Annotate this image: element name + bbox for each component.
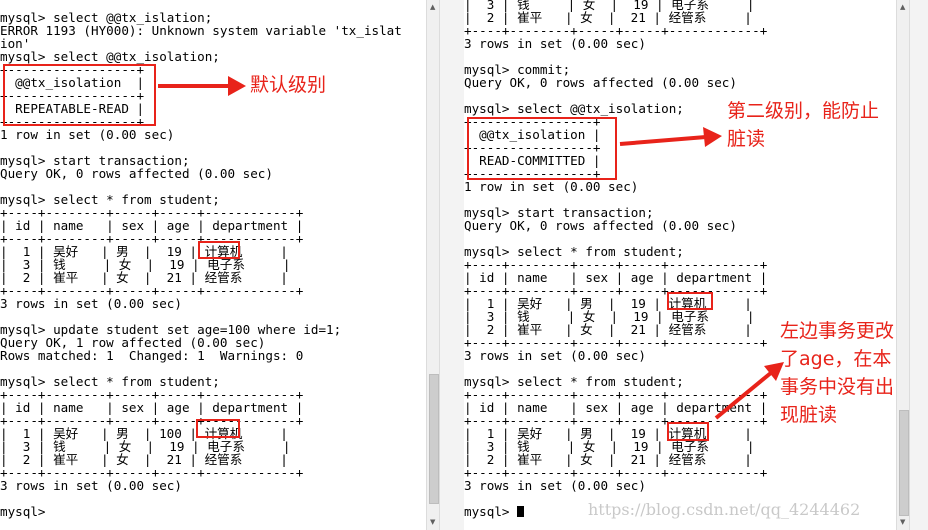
annotation-second-level-line2: 脏读 <box>727 128 766 150</box>
arrow-to-dirty-read <box>714 370 774 420</box>
annotation-default-level: 默认级别 <box>250 74 327 96</box>
annotation-left-changed-line1: 左边事务更改 <box>780 320 895 342</box>
watermark: https://blog.csdn.net/qq_4244462 <box>588 500 861 519</box>
annotation-arrows <box>158 76 784 420</box>
annotation-left-changed-line4: 现脏读 <box>780 404 838 426</box>
arrow-to-second-level-head <box>703 127 722 147</box>
annotation-second-level-line1: 第二级别，能防止 <box>727 100 880 122</box>
annotation-left-changed-line2: 了age，在本 <box>780 348 892 370</box>
annotation-left-changed-line3: 事务中没有出 <box>780 376 895 398</box>
arrow-to-second-level <box>619 135 707 146</box>
arrow-to-default-level-head <box>228 76 246 96</box>
